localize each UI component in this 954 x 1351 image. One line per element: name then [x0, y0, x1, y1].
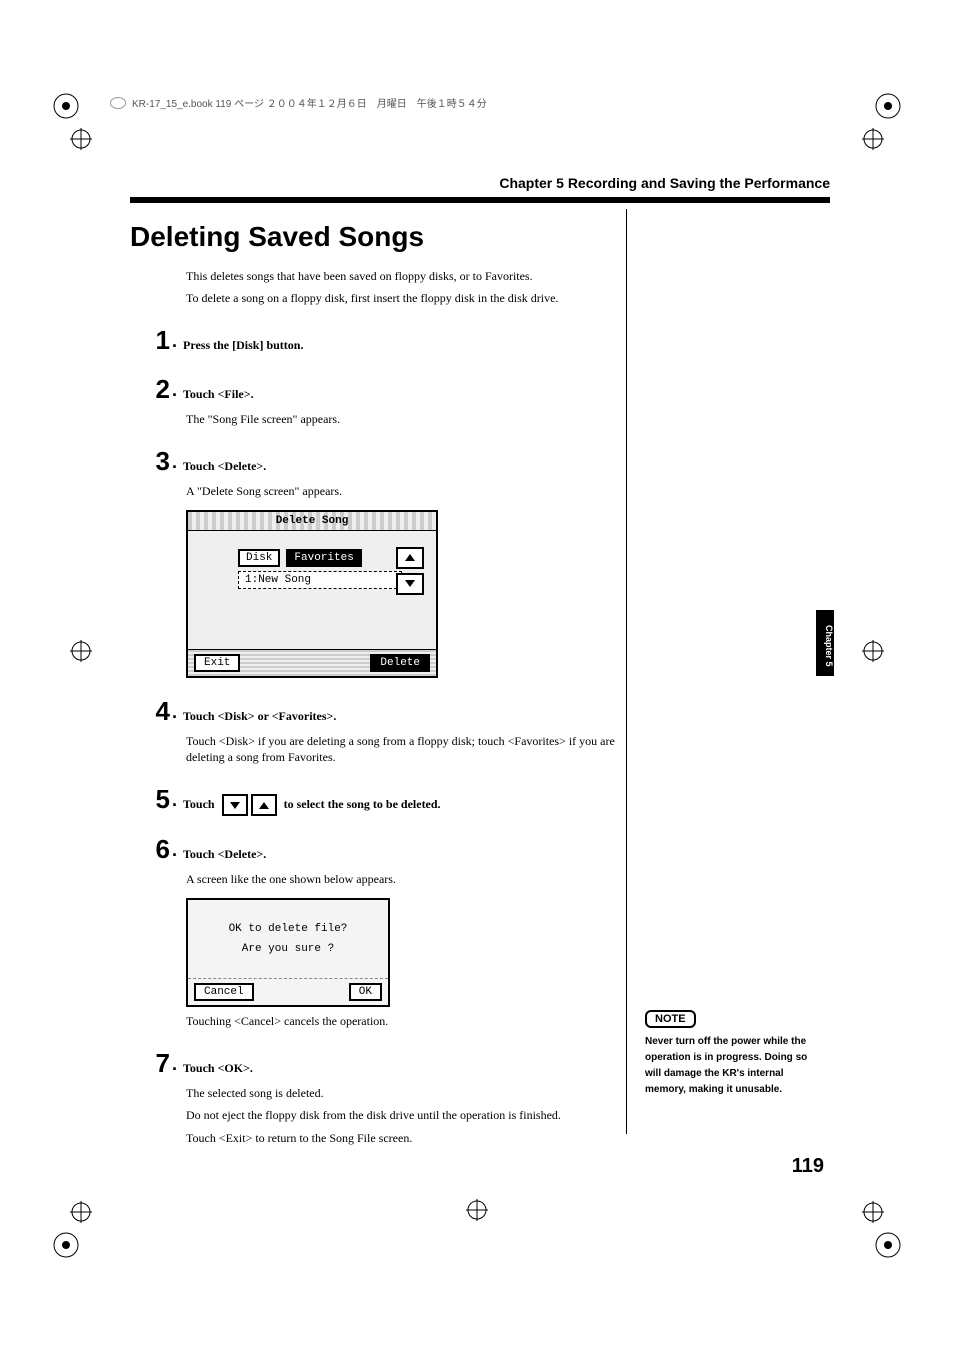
step-sub: Touch <Disk> if you are deleting a song …: [186, 733, 620, 767]
intro-line: This deletes songs that have been saved …: [186, 267, 620, 285]
step-sub: A screen like the one shown below appear…: [186, 871, 620, 888]
ok-button[interactable]: OK: [349, 983, 382, 1001]
note-block: NOTE Never turn off the power while the …: [645, 1010, 825, 1098]
section-title: Deleting Saved Songs: [130, 221, 620, 253]
cancel-button[interactable]: Cancel: [194, 983, 254, 1001]
song-list-item[interactable]: 1:New Song: [238, 571, 402, 589]
cancel-note: Touching <Cancel> cancels the operation.: [186, 1013, 620, 1030]
crosshair-icon: [70, 640, 92, 662]
intro-line: To delete a song on a floppy disk, first…: [186, 289, 620, 307]
crosshair-icon: [70, 1201, 92, 1223]
delete-song-screen: Delete Song Disk Favorites 1:New Song Ex…: [186, 510, 438, 678]
step-instruction: Touch <Disk> or <Favorites>.: [183, 709, 336, 724]
step-instruction: Touch <OK>.: [183, 1061, 253, 1076]
screen-title: Delete Song: [188, 512, 436, 531]
step-number: 1: [130, 325, 170, 356]
reg-mark-top-left: [52, 92, 80, 120]
step-5: 5. Touch to select the song to be delete…: [130, 784, 620, 816]
step-4: 4. Touch <Disk> or <Favorites>.: [130, 696, 620, 727]
reg-mark-bottom-left: [52, 1231, 80, 1259]
step-number: 3: [130, 446, 170, 477]
reg-mark-bottom-right: [874, 1231, 902, 1259]
title-rule: [130, 197, 830, 203]
crosshair-icon: [862, 128, 884, 150]
crosshair-icon: [862, 640, 884, 662]
step-instruction: Press the [Disk] button.: [183, 338, 303, 353]
header-text: KR-17_15_e.book 119 ページ ２００４年１２月６日 月曜日 午…: [132, 95, 487, 110]
tab-disk[interactable]: Disk: [238, 549, 280, 567]
step-2: 2. Touch <File>.: [130, 374, 620, 405]
delete-button[interactable]: Delete: [370, 654, 430, 672]
step-instruction: Touch <Delete>.: [183, 847, 266, 862]
step-instruction: Touch <File>.: [183, 387, 254, 402]
dialog-line1: OK to delete file?: [192, 920, 384, 940]
down-arrow-icon: [222, 794, 248, 816]
chapter-title: Chapter 5 Recording and Saving the Perfo…: [130, 175, 830, 191]
dialog-line2: Are you sure ?: [192, 940, 384, 960]
step-6: 6. Touch <Delete>.: [130, 834, 620, 865]
step-sub: A "Delete Song screen" appears.: [186, 483, 620, 500]
crosshair-icon: [862, 1201, 884, 1223]
crosshair-icon: [466, 1199, 488, 1221]
intro-block: This deletes songs that have been saved …: [186, 267, 620, 307]
reg-mark-top-right: [874, 92, 902, 120]
page-number: 119: [792, 1155, 824, 1178]
crosshair-icon: [70, 128, 92, 150]
step-sub: The selected song is deleted.: [186, 1085, 620, 1102]
step-sub: Do not eject the floppy disk from the di…: [186, 1107, 620, 1124]
step-1: 1. Press the [Disk] button.: [130, 325, 620, 356]
step-instruction: Touch to select the song to be deleted.: [183, 794, 441, 816]
page-oval-icon: [110, 97, 126, 109]
note-text: Never turn off the power while the opera…: [645, 1034, 825, 1098]
step-instruction: Touch <Delete>.: [183, 459, 266, 474]
step-sub: The "Song File screen" appears.: [186, 411, 620, 428]
step-instr-pre: Touch: [183, 797, 218, 811]
tab-favorites[interactable]: Favorites: [286, 549, 361, 567]
confirm-dialog: OK to delete file? Are you sure ? Cancel…: [186, 898, 390, 1007]
note-badge: NOTE: [645, 1010, 696, 1028]
exit-button[interactable]: Exit: [194, 654, 240, 672]
step-3: 3. Touch <Delete>.: [130, 446, 620, 477]
step-sub: Touch <Exit> to return to the Song File …: [186, 1130, 620, 1147]
step-7: 7. Touch <OK>.: [130, 1048, 620, 1079]
step-number: 2: [130, 374, 170, 405]
print-header: KR-17_15_e.book 119 ページ ２００４年１２月６日 月曜日 午…: [110, 95, 487, 110]
step-number: 5: [130, 784, 170, 815]
step-number: 6: [130, 834, 170, 865]
step-number: 4: [130, 696, 170, 727]
up-arrow-icon: [251, 794, 277, 816]
scroll-down-button[interactable]: [396, 573, 424, 595]
step-instr-post: to select the song to be deleted.: [284, 797, 441, 811]
step-number: 7: [130, 1048, 170, 1079]
scroll-up-button[interactable]: [396, 547, 424, 569]
page-content: Chapter 5 Recording and Saving the Perfo…: [130, 175, 830, 1147]
